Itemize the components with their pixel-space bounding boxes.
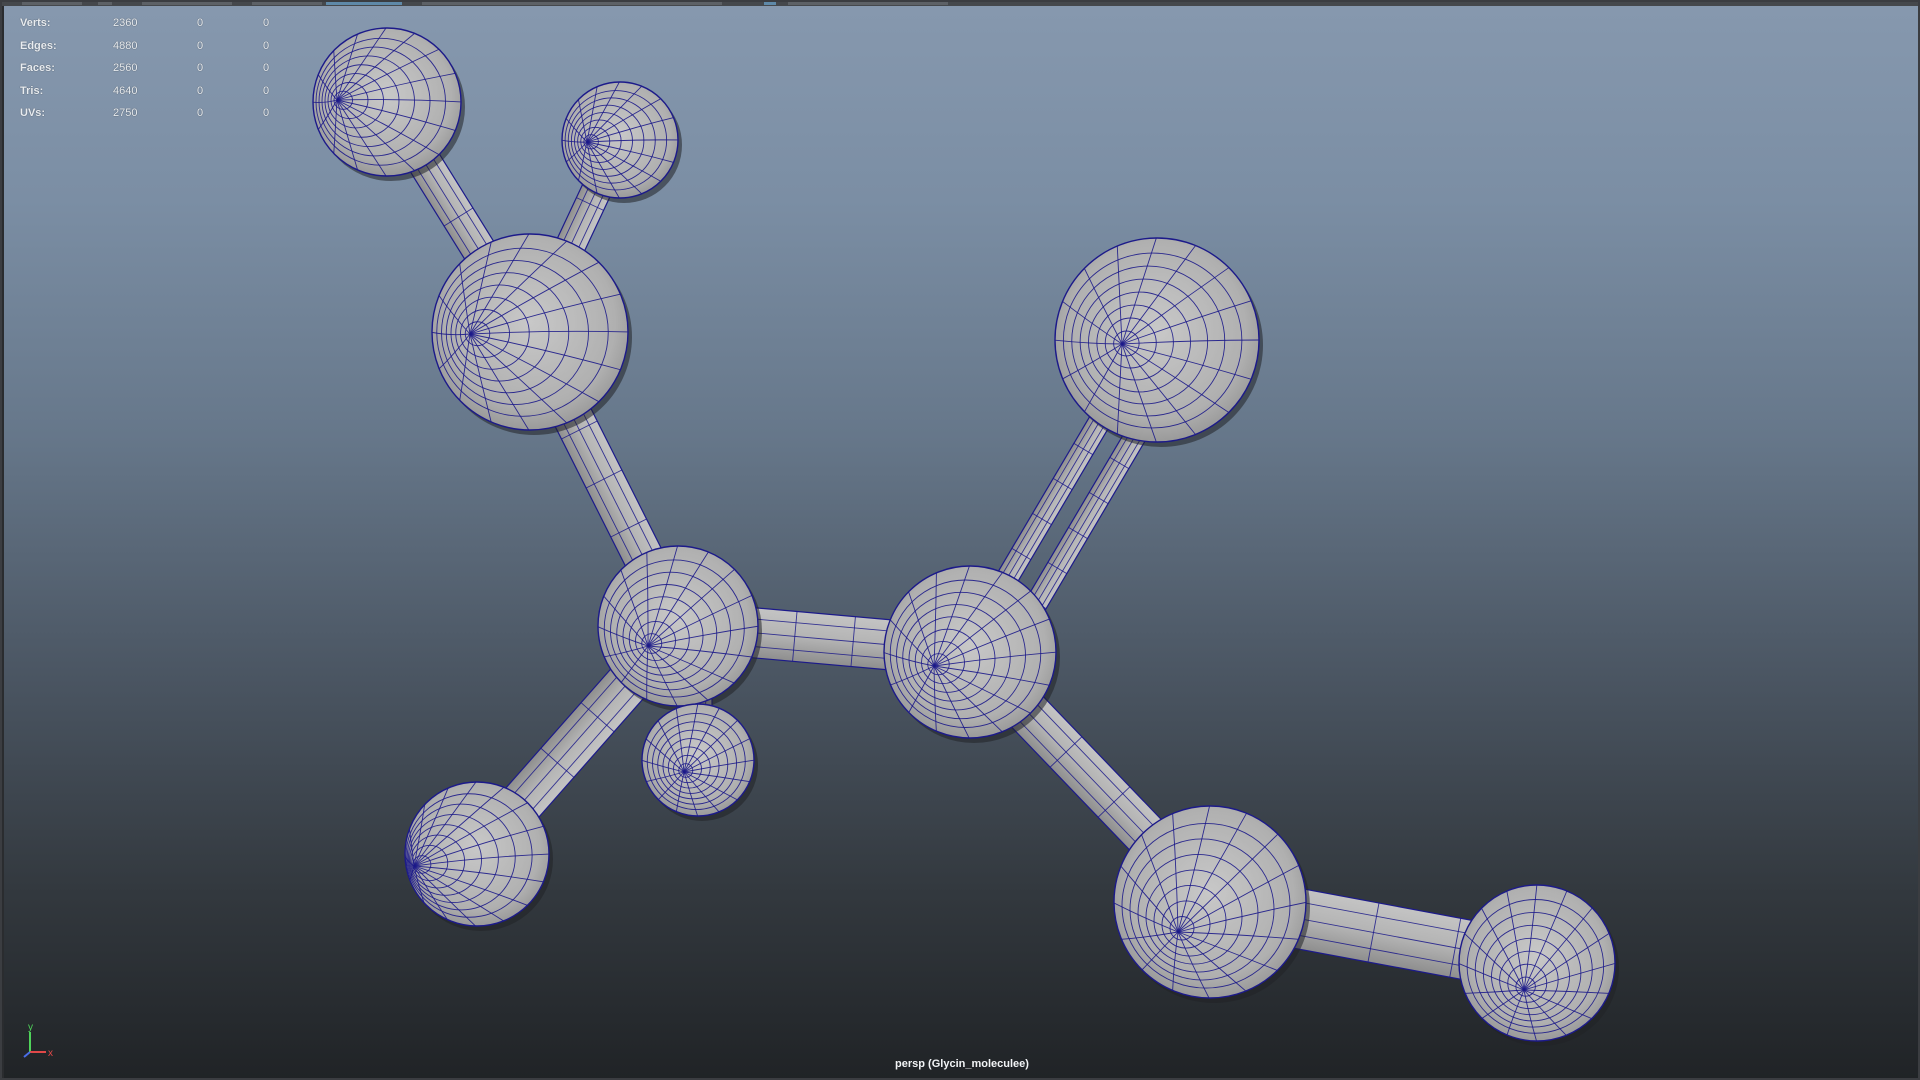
hud-label: Edges: — [20, 39, 57, 52]
hud-selected: 0 — [197, 17, 204, 29]
hud-row-edges: Edges: 4880 0 0 — [20, 35, 280, 58]
hud-value: 4880 — [113, 39, 138, 52]
svg-text:y: y — [28, 1022, 33, 1033]
atom-n — [431, 233, 632, 435]
atom-o1 — [1054, 237, 1263, 447]
atom-h5 — [1458, 884, 1619, 1046]
hud-row-verts: Verts: 2360 0 0 — [20, 12, 280, 35]
atom-o2 — [1113, 805, 1310, 1003]
atom-h2 — [561, 81, 682, 203]
hud-uv: 0 — [263, 17, 270, 29]
maya-window: Verts: 2360 0 0 Edges: 4880 0 0 Faces: 2… — [0, 0, 1920, 1080]
camera-label: persp (Glycin_moleculee) — [895, 1058, 1029, 1070]
hud-selected: 0 — [197, 107, 204, 120]
hud-uv: 0 — [263, 84, 270, 97]
hud-value: 2750 — [113, 107, 138, 120]
hud-label: Faces: — [20, 62, 55, 75]
hud-selected: 0 — [197, 84, 204, 97]
hud-row-tris: Tris: 4640 0 0 — [20, 80, 280, 103]
hud-label: UVs: — [20, 107, 46, 120]
molecule-model[interactable] — [4, 6, 1920, 1080]
hud-value: 2360 — [113, 17, 138, 29]
hud-selected: 0 — [197, 39, 204, 52]
hud-value: 4640 — [113, 84, 138, 97]
atom-h1 — [312, 27, 465, 181]
atom-group — [312, 27, 1619, 1046]
poly-count-hud: Verts: 2360 0 0 Edges: 4880 0 0 Faces: 2… — [20, 12, 280, 125]
hud-uv: 0 — [263, 62, 270, 75]
axis-gizmo-icon: y x — [18, 1022, 58, 1062]
perspective-viewport[interactable]: Verts: 2360 0 0 Edges: 4880 0 0 Faces: 2… — [4, 6, 1920, 1080]
hud-label: Verts: — [20, 17, 51, 29]
hud-selected: 0 — [197, 62, 204, 75]
atom-h3 — [641, 703, 758, 821]
hud-uv: 0 — [263, 107, 270, 120]
hud-row-faces: Faces: 2560 0 0 — [20, 57, 280, 80]
hud-value: 2560 — [113, 62, 138, 75]
hud-label: Tris: — [20, 84, 44, 97]
hud-row-uvs: UVs: 2750 0 0 — [20, 102, 280, 125]
hud-uv: 0 — [263, 39, 270, 52]
